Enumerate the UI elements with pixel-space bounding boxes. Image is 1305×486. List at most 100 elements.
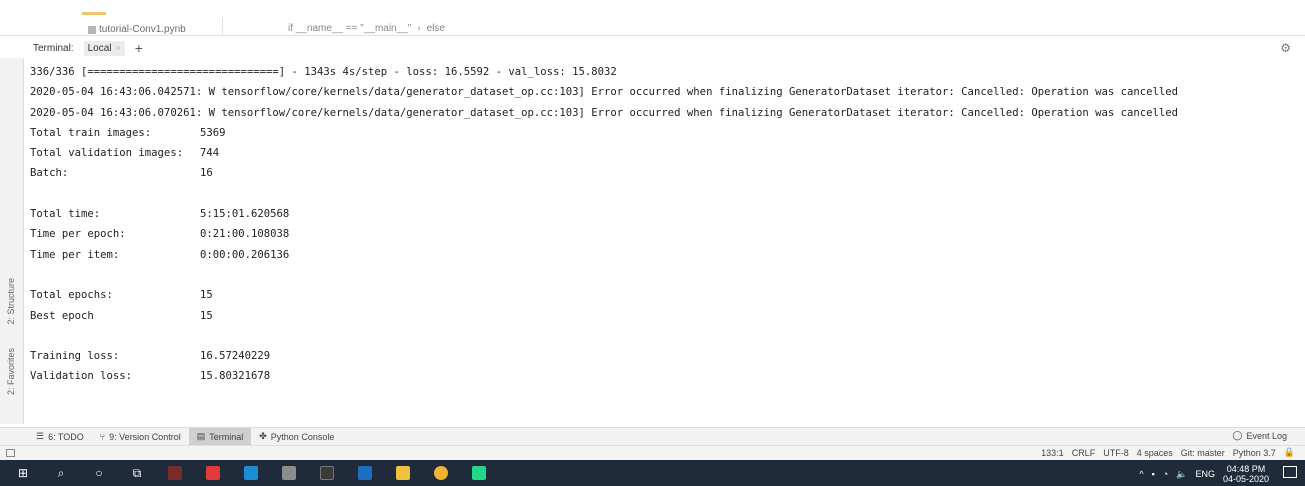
window-layout-icon[interactable] bbox=[6, 449, 15, 457]
chevron-up-icon[interactable]: ^ bbox=[1139, 469, 1143, 479]
progress-line: 336/336 [==============================]… bbox=[30, 66, 617, 78]
stat-key: Batch: bbox=[30, 167, 69, 180]
left-tool-stripe: 2: Structure 2: Favorites bbox=[0, 58, 24, 424]
project-file-item[interactable]: tutorial-Conv1.pynb bbox=[82, 12, 186, 35]
language-indicator[interactable]: ENG bbox=[1195, 469, 1215, 479]
app-icon[interactable] bbox=[314, 462, 340, 484]
status-right-group: 133:1 CRLF UTF-8 4 spaces Git: master Py… bbox=[1041, 447, 1295, 458]
stat-key: Total time: bbox=[30, 208, 101, 221]
system-clock[interactable]: 04:48 PM 04-05-2020 bbox=[1223, 464, 1269, 484]
stat-key: Validation loss: bbox=[30, 370, 133, 383]
status-bar: 133:1 CRLF UTF-8 4 spaces Git: master Py… bbox=[0, 445, 1305, 460]
system-tray: ^ ▪ ◔ 🔈 ENG 04:48 PM 04-05-2020 bbox=[1139, 464, 1269, 484]
tab-terminal[interactable]: ▤ Terminal bbox=[188, 427, 252, 446]
stat-row: Best epoch 15 bbox=[30, 306, 1305, 326]
warning-line: 2020-05-04 16:43:06.042571: W tensorflow… bbox=[30, 86, 1179, 99]
git-branch[interactable]: Git: master bbox=[1181, 448, 1225, 458]
structure-tool-button[interactable]: 2: Structure bbox=[6, 278, 16, 325]
indent-setting[interactable]: 4 spaces bbox=[1137, 448, 1173, 458]
python-interpreter[interactable]: Python 3.7 bbox=[1233, 448, 1276, 458]
python-icon: ✤ bbox=[259, 431, 267, 441]
list-icon: ☰ bbox=[36, 431, 45, 441]
network-icon[interactable]: ▪ bbox=[1152, 469, 1155, 479]
tab-terminal-label: Terminal bbox=[209, 431, 244, 442]
event-log-icon: ◯ bbox=[1232, 430, 1243, 440]
tab-version-control[interactable]: ⑂ 9: Version Control bbox=[92, 428, 189, 446]
stat-value: 15 bbox=[200, 289, 213, 302]
cortana-icon[interactable]: ○ bbox=[86, 462, 112, 484]
favorites-tool-button[interactable]: 2: Favorites bbox=[6, 348, 16, 395]
mail-icon[interactable] bbox=[352, 462, 378, 484]
stat-row: Training loss: 16.57240229 bbox=[30, 346, 1305, 366]
tab-local[interactable]: Local × bbox=[83, 40, 125, 56]
file-explorer-icon[interactable] bbox=[390, 462, 416, 484]
notebook-file-icon bbox=[88, 25, 96, 34]
volume-icon[interactable]: 🔈 bbox=[1176, 469, 1187, 480]
stat-row: Time per item: 0:00:00.206136 bbox=[30, 245, 1305, 265]
clock-date: 04-05-2020 bbox=[1222, 474, 1269, 484]
tab-version-control-label: 9: Version Control bbox=[109, 431, 181, 442]
stat-row: Total train images: 5369 bbox=[30, 123, 1305, 143]
breadcrumb-item[interactable]: if __name__ == "__main__" bbox=[288, 23, 411, 34]
windows-start-icon[interactable]: ⊞ bbox=[10, 462, 36, 484]
terminal-header: Terminal: Local × + ⚙ bbox=[0, 38, 1305, 58]
stat-row: Total validation images: 744 bbox=[30, 143, 1305, 163]
app-icon[interactable] bbox=[238, 462, 264, 484]
gear-icon[interactable]: ⚙ bbox=[1280, 41, 1291, 55]
stat-key: Total epochs: bbox=[30, 289, 113, 302]
stat-value: 5369 bbox=[200, 126, 226, 139]
stat-value: 15.80321678 bbox=[200, 370, 271, 383]
tab-python-console[interactable]: ✤ Python Console bbox=[251, 428, 342, 446]
stat-value: 16.57240229 bbox=[200, 350, 271, 363]
cursor-position[interactable]: 133:1 bbox=[1041, 448, 1064, 458]
stat-value: 0:00:00.206136 bbox=[200, 248, 290, 261]
stat-key: Best epoch bbox=[30, 309, 94, 322]
stat-key: Time per epoch: bbox=[30, 228, 126, 241]
project-file-marker bbox=[82, 12, 106, 15]
pycharm-icon[interactable] bbox=[466, 462, 492, 484]
notification-center-icon[interactable] bbox=[1283, 466, 1297, 478]
windows-taskbar: ⊞ ⌕ ○ ⧉ ^ ▪ ◔ 🔈 ENG 04:48 PM 04-05-2020 bbox=[0, 460, 1305, 486]
app-icon[interactable] bbox=[200, 462, 226, 484]
stat-row: Validation loss: 15.80321678 bbox=[30, 366, 1305, 386]
stat-row: Batch: 16 bbox=[30, 163, 1305, 183]
app-icon[interactable] bbox=[162, 462, 188, 484]
stat-row: Time per epoch: 0:21:00.108038 bbox=[30, 224, 1305, 244]
tab-todo[interactable]: ☰ 6: TODO bbox=[28, 428, 92, 446]
terminal-icon: ▤ bbox=[196, 431, 206, 441]
branch-icon: ⑂ bbox=[99, 431, 106, 442]
terminal-title: Terminal: bbox=[33, 42, 74, 54]
tab-todo-label: 6: TODO bbox=[48, 431, 84, 442]
search-icon[interactable]: ⌕ bbox=[48, 462, 74, 484]
stat-value: 744 bbox=[200, 147, 220, 160]
stat-key: Training loss: bbox=[30, 350, 120, 363]
file-encoding[interactable]: UTF-8 bbox=[1103, 448, 1129, 458]
stat-key: Total train images: bbox=[30, 126, 152, 139]
breadcrumb-separator: › bbox=[417, 23, 421, 34]
stat-value: 0:21:00.108038 bbox=[200, 228, 290, 241]
wifi-icon[interactable]: ◔ bbox=[1163, 469, 1168, 479]
editor-divider bbox=[222, 18, 223, 36]
tab-python-console-label: Python Console bbox=[270, 431, 335, 442]
terminal-output[interactable]: 336/336 [==============================]… bbox=[30, 62, 1305, 387]
chrome-icon[interactable] bbox=[428, 462, 454, 484]
stat-key: Time per item: bbox=[30, 248, 120, 261]
event-log-label: Event Log bbox=[1246, 430, 1287, 441]
stat-row: Total time: 5:15:01.620568 bbox=[30, 204, 1305, 224]
lock-icon[interactable]: 🔒 bbox=[1284, 447, 1295, 458]
stat-row: Total epochs: 15 bbox=[30, 285, 1305, 305]
task-view-icon[interactable]: ⧉ bbox=[124, 462, 150, 484]
add-tab-button[interactable]: + bbox=[135, 41, 143, 55]
breadcrumb-item[interactable]: else bbox=[427, 23, 445, 34]
clock-time: 04:48 PM bbox=[1226, 464, 1266, 474]
project-file-label: tutorial-Conv1.pynb bbox=[99, 24, 186, 35]
stat-value: 5:15:01.620568 bbox=[200, 208, 290, 221]
close-icon[interactable]: × bbox=[115, 43, 120, 53]
app-icon[interactable] bbox=[276, 462, 302, 484]
stat-value: 15 bbox=[200, 309, 213, 322]
line-separator[interactable]: CRLF bbox=[1072, 448, 1096, 458]
stat-value: 16 bbox=[200, 167, 213, 180]
event-log-button[interactable]: ◯ Event Log bbox=[1232, 430, 1287, 441]
